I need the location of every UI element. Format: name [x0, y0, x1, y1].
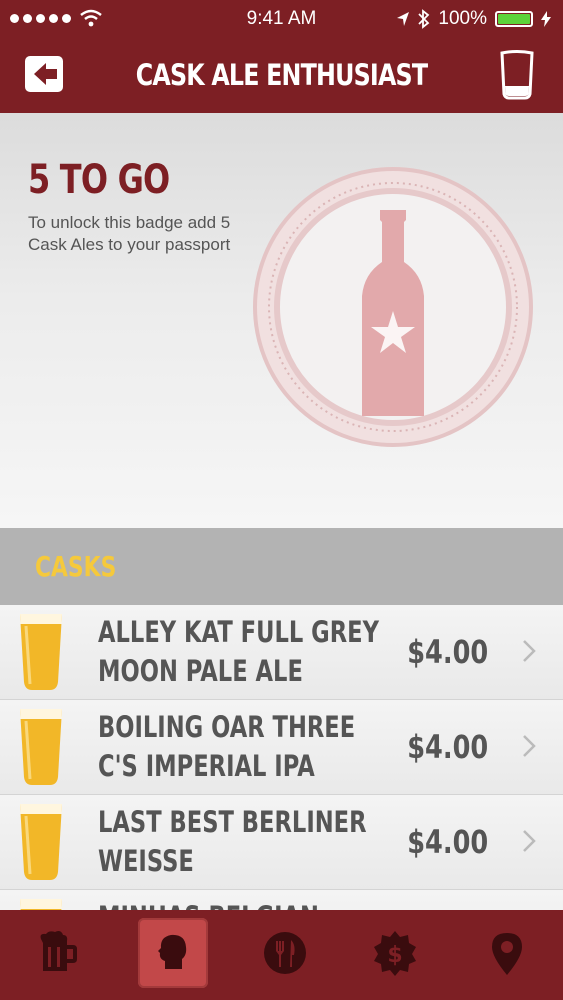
- list-item[interactable]: ALLEY KAT FULL GREY MOON PALE ALE $4.00: [0, 605, 563, 700]
- cask-price: $4.00: [407, 633, 488, 671]
- fork-knife-icon: [264, 932, 306, 974]
- cask-price: $4.00: [407, 728, 488, 766]
- beer-glass-icon: [20, 899, 62, 910]
- cask-name: ALLEY KAT FULL GREY MOON PALE ALE: [98, 615, 379, 688]
- tab-food[interactable]: [250, 918, 320, 988]
- tab-bar: $: [0, 910, 563, 1000]
- profile-head-icon: [158, 934, 187, 969]
- chevron-right-icon: [523, 735, 536, 757]
- location-arrow-icon: [397, 12, 410, 26]
- cask-name: LAST BEST BERLINER WEISSE: [98, 805, 367, 878]
- bluetooth-icon: [418, 9, 430, 29]
- section-title: CASKS: [35, 550, 117, 583]
- badge-progress: 5 TO GO: [28, 157, 170, 203]
- tab-location[interactable]: [472, 918, 542, 988]
- list-item[interactable]: LAST BEST BERLINER WEISSE $4.00: [0, 795, 563, 890]
- pint-glass-icon[interactable]: [499, 50, 535, 100]
- cask-name: BOILING OAR THREE C'S IMPERIAL IPA: [98, 710, 356, 783]
- list-item[interactable]: MINHAS BELGIAN WHITE: [0, 890, 563, 910]
- charging-bolt-icon: [541, 11, 551, 27]
- beer-glass-icon: [20, 804, 62, 880]
- section-header: CASKS: [0, 528, 563, 605]
- list-item[interactable]: BOILING OAR THREE C'S IMPERIAL IPA $4.00: [0, 700, 563, 795]
- status-bar: 9:41 AM 100%: [0, 0, 563, 38]
- tab-beers[interactable]: [22, 918, 92, 988]
- battery-icon: [495, 11, 533, 27]
- svg-text:$: $: [387, 943, 402, 968]
- dollar-badge-icon: $: [374, 931, 416, 976]
- beer-mug-icon: [40, 931, 77, 971]
- cask-price: $4.00: [407, 823, 488, 861]
- battery-percent: 100%: [438, 8, 487, 29]
- chevron-right-icon: [523, 640, 536, 662]
- tab-profile[interactable]: [138, 918, 208, 988]
- cask-list: ALLEY KAT FULL GREY MOON PALE ALE $4.00 …: [0, 605, 563, 910]
- beer-glass-icon: [20, 614, 62, 690]
- chevron-right-icon: [523, 830, 536, 852]
- tab-deals[interactable]: $: [360, 918, 430, 988]
- page-title: CASK ALE ENTHUSIAST: [135, 58, 428, 92]
- cask-name: MINHAS BELGIAN WHITE: [98, 898, 324, 910]
- badge-description: To unlock this badge add 5 Cask Ales to …: [28, 213, 231, 254]
- location-pin-icon: [492, 933, 522, 975]
- beer-glass-icon: [20, 709, 62, 785]
- badge-hero: 5 TO GO To unlock this badge add 5 Cask …: [0, 113, 563, 528]
- navigation-bar: CASK ALE ENTHUSIAST: [0, 38, 563, 113]
- beer-bottle-star-icon: [253, 167, 533, 447]
